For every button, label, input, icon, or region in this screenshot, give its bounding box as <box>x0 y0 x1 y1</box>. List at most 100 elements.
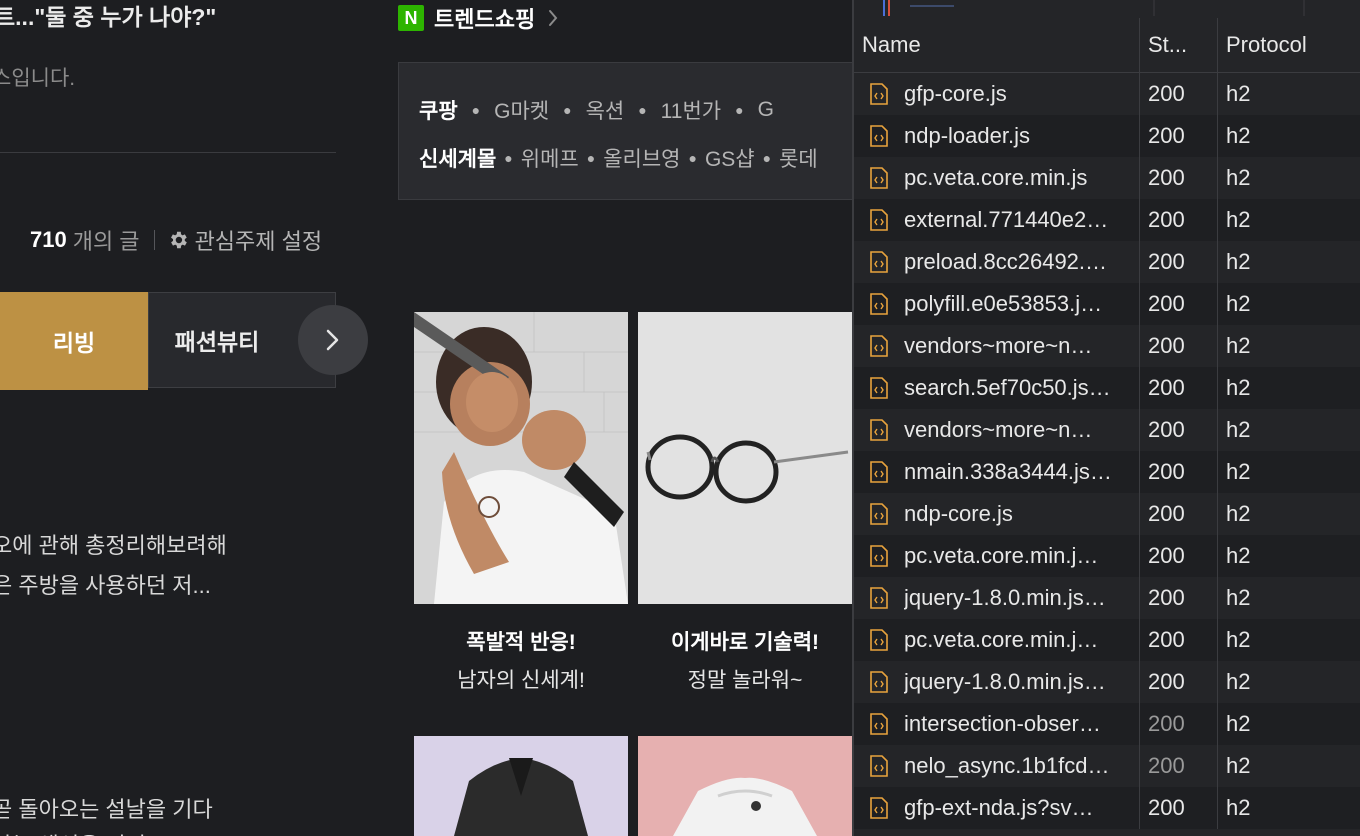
network-request-row[interactable]: pc.veta.core.min.j… 200 h2 <box>854 619 1360 661</box>
request-name: gfp-core.js <box>904 81 1007 106</box>
network-table-header: Name St... Protocol <box>854 18 1360 73</box>
request-protocol: h2 <box>1226 165 1251 190</box>
network-request-row[interactable]: search.5ef70c50.js… 200 h2 <box>854 367 1360 409</box>
network-request-row[interactable]: nmain.338a3444.js… 200 h2 <box>854 451 1360 493</box>
network-request-row[interactable]: preload.8cc26492.… 200 h2 <box>854 241 1360 283</box>
network-request-row[interactable]: gfp-core.js 200 h2 <box>854 73 1360 115</box>
network-request-row[interactable]: nelo_async.1b1fcd… 200 h2 <box>854 745 1360 787</box>
request-name-cell[interactable]: ndp-core.js <box>854 493 1140 535</box>
product-photo-jacket <box>414 736 628 836</box>
mall-link-lotte[interactable]: 롯데 <box>779 143 818 173</box>
request-protocol: h2 <box>1226 627 1251 652</box>
product-image[interactable] <box>414 312 628 604</box>
article-headline[interactable]: 트..."둘 중 누가 나야?" <box>0 0 216 32</box>
request-status: 200 <box>1140 661 1218 703</box>
network-request-row[interactable]: vendors~more~n… 200 h2 <box>854 409 1360 451</box>
column-header-protocol[interactable]: Protocol <box>1218 18 1360 72</box>
naver-logo-icon: N <box>398 5 424 31</box>
request-name-cell[interactable]: external.771440e2… <box>854 199 1140 241</box>
column-header-name[interactable]: Name <box>854 18 1140 72</box>
request-protocol: h2 <box>1226 207 1251 232</box>
trend-shopping-header[interactable]: N 트렌드쇼핑 <box>398 4 559 32</box>
column-header-status[interactable]: St... <box>1140 18 1218 72</box>
tab-living[interactable]: 리빙 <box>0 292 148 390</box>
request-name-cell[interactable]: polyfill.e0e53853.j… <box>854 283 1140 325</box>
request-protocol: h2 <box>1226 669 1251 694</box>
request-name-cell[interactable]: search.5ef70c50.js… <box>854 367 1140 409</box>
request-name-cell[interactable]: preload.8cc26492.… <box>854 241 1140 283</box>
network-request-row[interactable]: external.771440e2… 200 h2 <box>854 199 1360 241</box>
dot-separator: ● <box>688 150 697 166</box>
request-name-cell[interactable]: pc.veta.core.min.j… <box>854 535 1140 577</box>
request-status: 200 <box>1140 241 1218 283</box>
mall-link-oliveyoung[interactable]: 올리브영 <box>603 143 680 173</box>
product-title[interactable]: 이게바로 기술력! <box>638 626 852 656</box>
article-snippet[interactable]: 오에 관해 총정리해보려해 <box>0 528 227 560</box>
mall-link-auction[interactable]: 옥션 <box>586 95 625 125</box>
request-name-cell[interactable]: pc.veta.core.min.j… <box>854 619 1140 661</box>
trend-shopping-title[interactable]: 트렌드쇼핑 <box>434 2 535 34</box>
product-title[interactable]: 폭발적 반응! <box>414 626 628 656</box>
network-request-row[interactable]: polyfill.e0e53853.j… 200 h2 <box>854 283 1360 325</box>
request-name-cell[interactable]: gfp-ext-nda.js?sv… <box>854 787 1140 829</box>
product-subtitle[interactable]: 남자의 신세계! <box>414 664 628 694</box>
request-name: pc.veta.core.min.j… <box>904 543 1099 568</box>
mall-link-gsshop[interactable]: GS샵 <box>705 143 755 173</box>
mall-link-shinsegae[interactable]: 신세계몰 <box>419 143 496 173</box>
network-request-row[interactable]: ndp-core.js 200 h2 <box>854 493 1360 535</box>
network-request-row[interactable]: jquery-1.8.0.min.js… 200 h2 <box>854 577 1360 619</box>
product-card[interactable]: 이게바로 기술력! 정말 놀라워~ <box>638 312 852 694</box>
article-snippet[interactable]: 은 주방을 사용하던 저... <box>0 568 211 600</box>
network-request-row[interactable]: pc.veta.core.min.js 200 h2 <box>854 157 1360 199</box>
request-name-cell[interactable]: nelo_async.1b1fcd… <box>854 745 1140 787</box>
request-status: 200 <box>1140 325 1218 367</box>
request-name-cell[interactable]: intersection-obser… <box>854 703 1140 745</box>
request-status: 200 <box>1140 703 1218 745</box>
request-name: polyfill.e0e53853.j… <box>904 291 1103 316</box>
script-file-icon <box>870 83 888 105</box>
product-card[interactable] <box>414 736 628 836</box>
interest-settings-link[interactable]: 관심주제 설정 <box>195 224 323 256</box>
product-card[interactable] <box>638 736 852 836</box>
tabs-next-button[interactable] <box>298 305 368 375</box>
network-overview-timeline[interactable] <box>854 0 1360 19</box>
request-name-cell[interactable]: jquery-1.8.0.min.js… <box>854 661 1140 703</box>
left-feed-panel: 트..."둘 중 누가 나야?" 스입니다. 710 개의 글 관심주제 설정 … <box>0 0 398 836</box>
dot-separator: ● <box>638 102 647 118</box>
request-name: vendors~more~n… <box>904 333 1093 358</box>
request-name-cell[interactable]: ndp-loader.js <box>854 115 1140 157</box>
product-subtitle[interactable]: 정말 놀라워~ <box>638 664 852 694</box>
request-status: 200 <box>1140 493 1218 535</box>
product-image[interactable] <box>638 736 852 836</box>
request-status: 200 <box>1140 577 1218 619</box>
request-name-cell[interactable]: vendors~more~n… <box>854 409 1140 451</box>
request-status: 200 <box>1140 199 1218 241</box>
article-snippet[interactable]: 아는 생선을 먹어 <box>0 828 146 836</box>
network-request-row[interactable]: pc.veta.core.min.j… 200 h2 <box>854 535 1360 577</box>
mall-link-coupang[interactable]: 쿠팡 <box>419 95 458 125</box>
request-name-cell[interactable]: jquery-1.8.0.min.js… <box>854 577 1140 619</box>
mall-link-more[interactable]: G <box>758 98 774 122</box>
mall-link-11st[interactable]: 11번가 <box>661 95 721 125</box>
post-count: 710 <box>30 227 67 252</box>
gear-icon[interactable] <box>167 229 189 251</box>
request-protocol: h2 <box>1226 375 1251 400</box>
request-name-cell[interactable]: vendors~more~n… <box>854 325 1140 367</box>
mall-link-gmarket[interactable]: G마켓 <box>494 95 549 125</box>
mall-link-wemakeprice[interactable]: 위메프 <box>521 143 579 173</box>
network-request-row[interactable]: gfp-ext-nda.js?sv… 200 h2 <box>854 787 1360 829</box>
network-request-row[interactable]: intersection-obser… 200 h2 <box>854 703 1360 745</box>
network-request-row[interactable]: ndp-loader.js 200 h2 <box>854 115 1360 157</box>
product-image[interactable] <box>414 736 628 836</box>
request-name-cell[interactable]: nmain.338a3444.js… <box>854 451 1140 493</box>
product-card[interactable]: 폭발적 반응! 남자의 신세계! <box>414 312 628 694</box>
network-request-row[interactable]: vendors~more~n… 200 h2 <box>854 325 1360 367</box>
product-image[interactable] <box>638 312 852 604</box>
request-status: 200 <box>1140 409 1218 451</box>
request-name-cell[interactable]: pc.veta.core.min.js <box>854 157 1140 199</box>
article-snippet[interactable]: 곧 돌아오는 설날을 기다 <box>0 792 213 824</box>
request-name-cell[interactable]: gfp-core.js <box>854 73 1140 115</box>
request-status: 200 <box>1140 535 1218 577</box>
network-request-row[interactable]: jquery-1.8.0.min.js… 200 h2 <box>854 661 1360 703</box>
request-name: vendors~more~n… <box>904 417 1093 442</box>
